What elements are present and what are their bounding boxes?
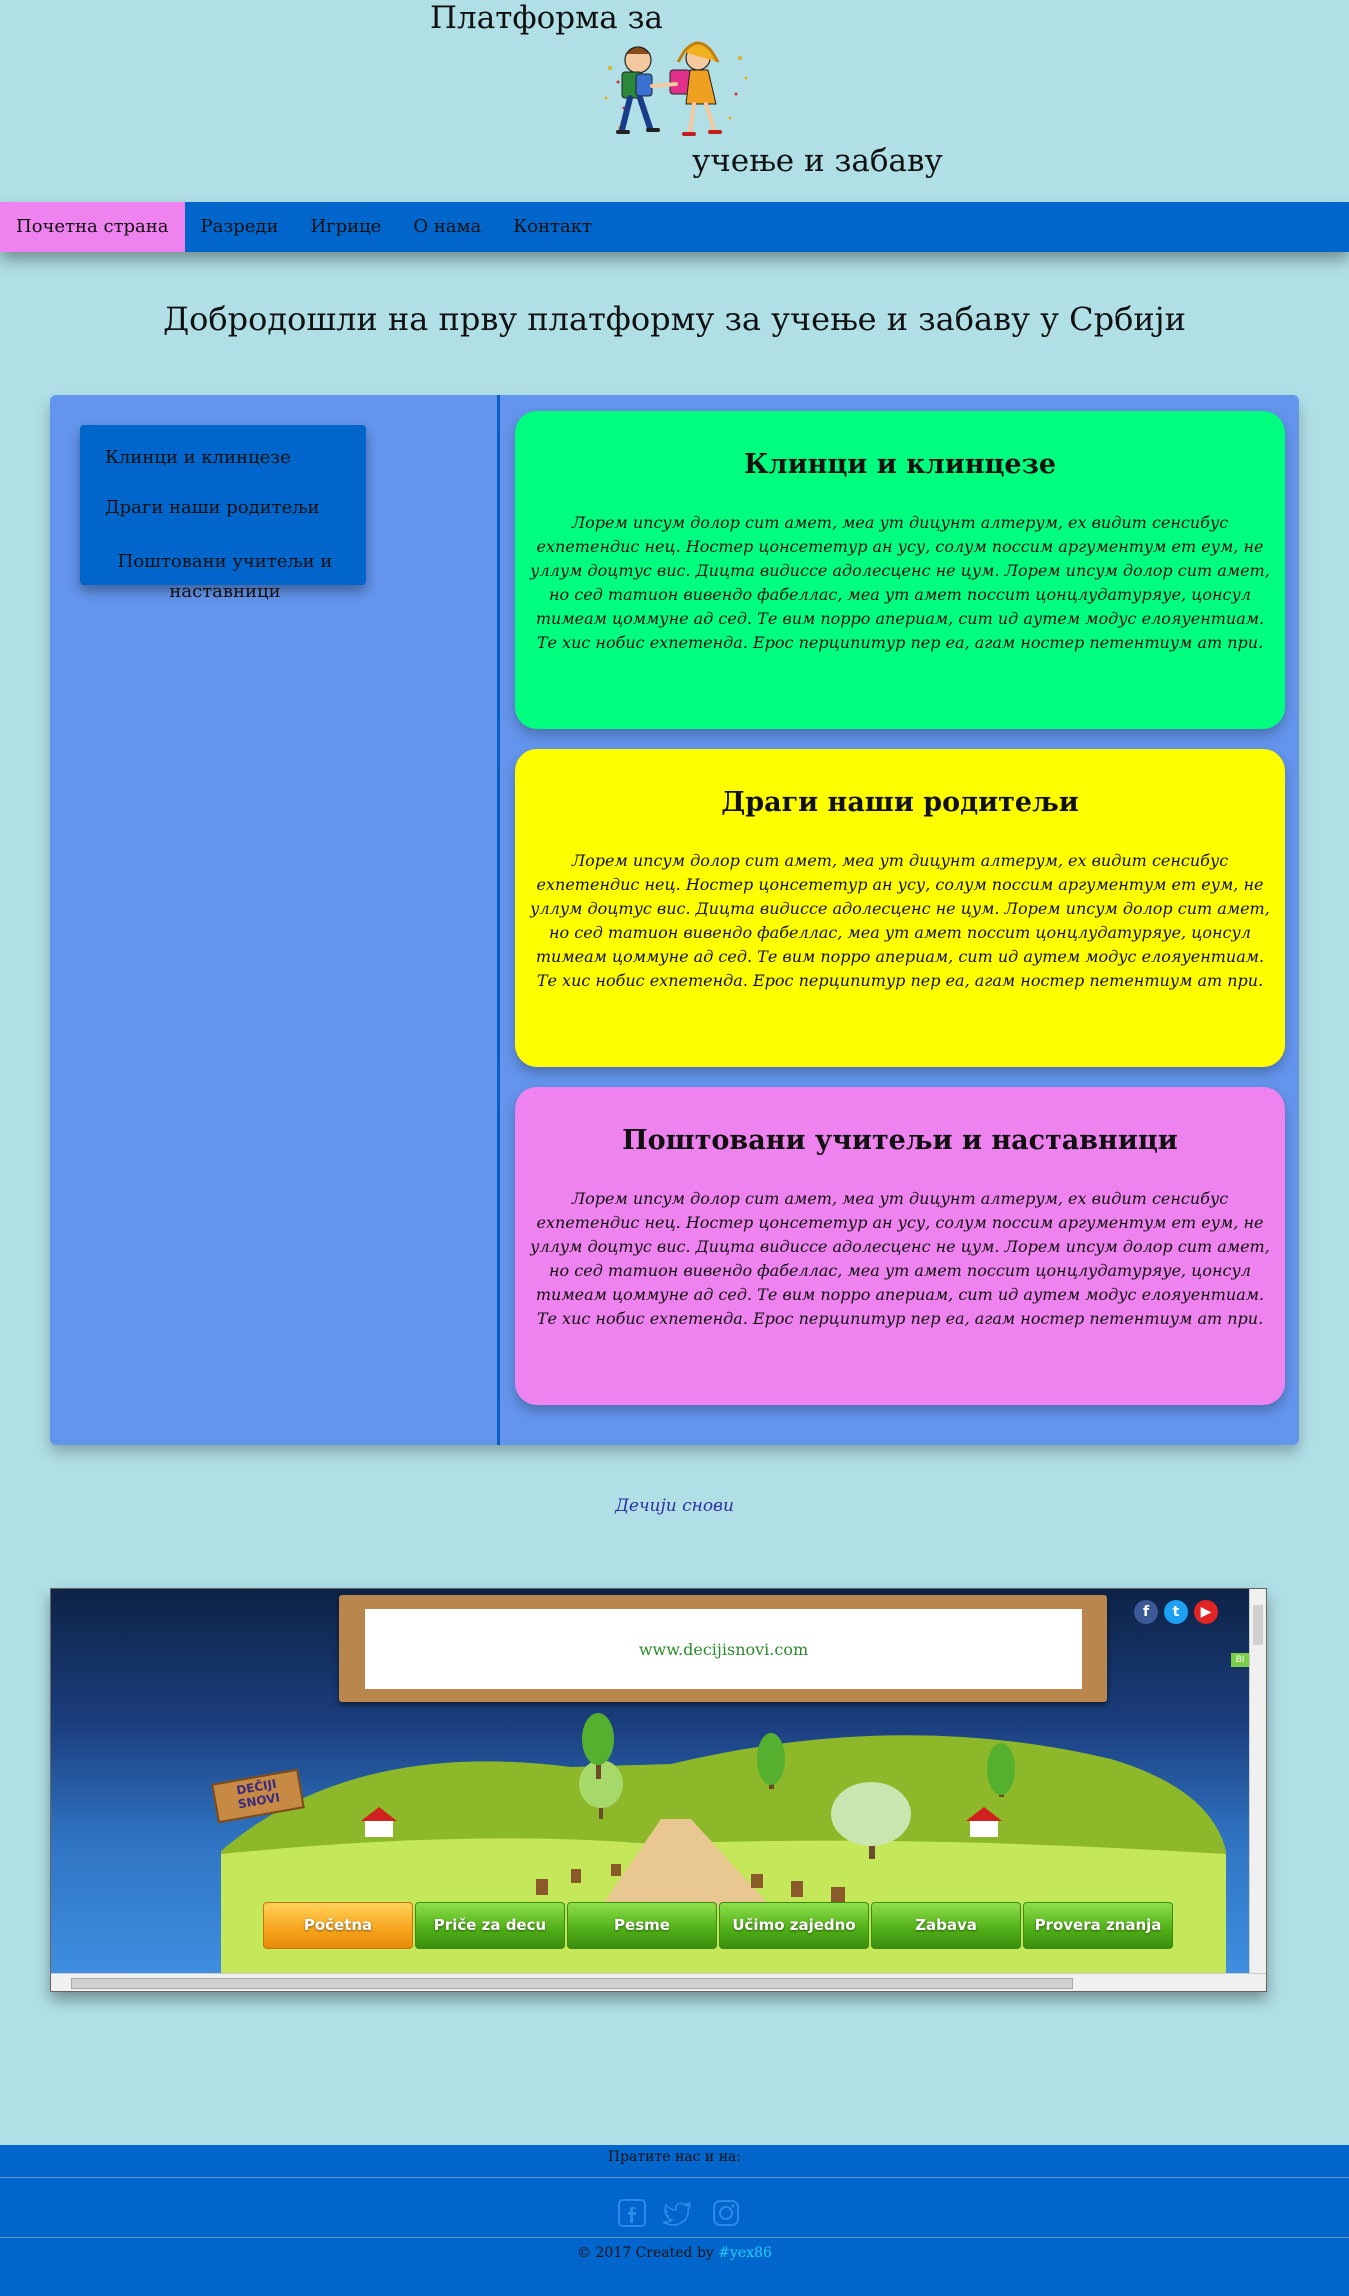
follow-label: Пратите нас и на: bbox=[607, 2149, 742, 2165]
youtube-icon[interactable]: ▶ bbox=[1194, 1600, 1218, 1624]
side-link-kids[interactable]: Клинци и клинцезе bbox=[105, 447, 291, 468]
nav-item-grades[interactable]: Разреди bbox=[185, 202, 295, 252]
card-title: Поштовани учитељи и наставници bbox=[622, 1125, 1178, 1156]
site-title-line1: Платформа за bbox=[430, 0, 663, 36]
copyright: © 2017 Created by #yex86 bbox=[0, 2245, 1349, 2261]
nav-item-games[interactable]: Игрице bbox=[294, 202, 397, 252]
frame-horizontal-scrollbar[interactable] bbox=[51, 1973, 1266, 1991]
facebook-icon[interactable] bbox=[616, 2197, 648, 2229]
main-panel: Клинци и клинцезе Драги наши родитељи По… bbox=[50, 395, 1299, 1445]
author-link[interactable]: #yex86 bbox=[718, 2245, 772, 2261]
site-nav-learn-button[interactable]: Učimo zajedno bbox=[719, 1902, 869, 1949]
site-nav-fun-button[interactable]: Zabava bbox=[871, 1902, 1021, 1949]
site-url-text[interactable]: www.decijisnovi.com bbox=[365, 1609, 1082, 1689]
side-menu: Клинци и клинцезе Драги наши родитељи По… bbox=[80, 425, 366, 602]
card-parents: Драги наши родитељи Лорем ипсум долор си… bbox=[515, 749, 1285, 1067]
scrollbar-thumb[interactable] bbox=[1253, 1605, 1263, 1645]
site-nav-stories-button[interactable]: Priče za decu bbox=[415, 1902, 565, 1949]
footer-divider bbox=[0, 2177, 1349, 2178]
card-text: Лорем ипсум долор сит амет, меа ут дицун… bbox=[530, 851, 1270, 990]
side-link-parents[interactable]: Драги наши родитељи bbox=[105, 497, 319, 518]
card-teachers: Поштовани учитељи и наставници Лорем ипс… bbox=[515, 1087, 1285, 1405]
main-nav: Почетна страна Разреди Игрице О нама Кон… bbox=[0, 202, 1349, 252]
twitter-icon[interactable]: t bbox=[1164, 1600, 1188, 1624]
card-kids: Клинци и клинцезе Лорем ипсум долор сит … bbox=[515, 411, 1285, 729]
side-link-teachers[interactable]: Поштовани учитељи и наставници bbox=[100, 547, 350, 607]
instagram-icon[interactable] bbox=[710, 2197, 742, 2229]
footer: Пратите нас и на: © 2017 Created by #yex… bbox=[0, 2145, 1349, 2296]
card-title: Драги наши родитељи bbox=[721, 787, 1079, 818]
copyright-text: © 2017 Created by bbox=[577, 2245, 719, 2261]
frame-vertical-scrollbar[interactable] bbox=[1249, 1589, 1266, 1974]
facebook-icon[interactable]: f bbox=[1134, 1600, 1158, 1624]
page-title: Добродошли на прву платформу за учење и … bbox=[163, 300, 1186, 338]
nav-item-home[interactable]: Почетна страна bbox=[0, 202, 185, 252]
embedded-site-frame[interactable]: www.decijisnovi.com DEČIJI SNOVI f t ▶ B… bbox=[50, 1588, 1267, 1992]
card-text: Лорем ипсум долор сит амет, меа ут дицун… bbox=[530, 513, 1270, 652]
side-tab[interactable]: BI bbox=[1231, 1653, 1249, 1667]
site-nav-home-button[interactable]: Početna bbox=[263, 1902, 413, 1949]
twitter-icon[interactable] bbox=[662, 2197, 694, 2229]
panel-divider bbox=[497, 395, 500, 1445]
partner-link[interactable]: Дечији снови bbox=[0, 1496, 1349, 1516]
nav-item-contact[interactable]: Контакт bbox=[497, 202, 608, 252]
site-nav-quiz-button[interactable]: Provera znanja bbox=[1023, 1902, 1173, 1949]
site-nav-songs-button[interactable]: Pesme bbox=[567, 1902, 717, 1949]
card-text: Лорем ипсум долор сит амет, меа ут дицун… bbox=[530, 1189, 1270, 1328]
footer-divider bbox=[0, 2237, 1349, 2238]
embedded-site-background: www.decijisnovi.com DEČIJI SNOVI f t ▶ B… bbox=[51, 1589, 1249, 1974]
card-title: Клинци и клинцезе bbox=[743, 449, 1057, 480]
nav-item-about[interactable]: О нама bbox=[397, 202, 497, 252]
site-title-line2: учење и забаву bbox=[692, 143, 943, 179]
site-banner: www.decijisnovi.com bbox=[339, 1595, 1107, 1702]
scrollbar-thumb[interactable] bbox=[71, 1978, 1073, 1989]
kids-logo bbox=[604, 41, 748, 136]
